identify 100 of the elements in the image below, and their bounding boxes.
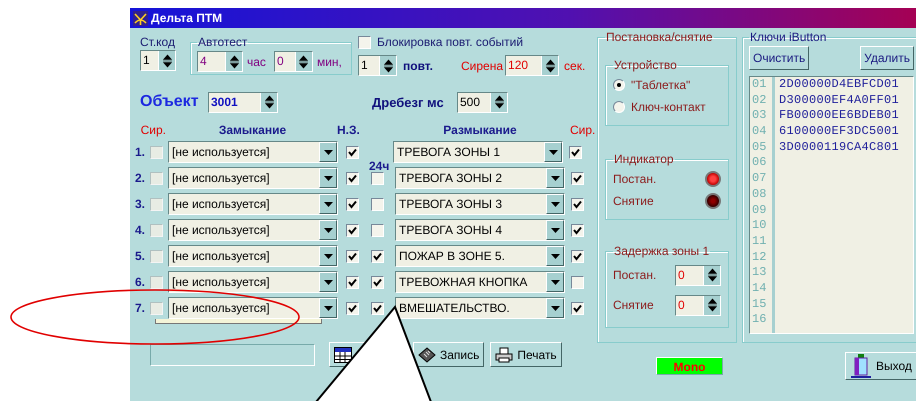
checkbox[interactable] <box>150 172 163 184</box>
checkbox[interactable] <box>371 198 384 210</box>
dropdown[interactable]: [не используется] <box>168 167 338 189</box>
checkbox[interactable] <box>569 146 582 158</box>
dropdown[interactable]: [не используется] <box>168 245 338 267</box>
dropdown[interactable]: ТРЕВОГА ЗОНЫ 4 <box>395 219 565 241</box>
checkbox[interactable] <box>346 302 359 314</box>
dropdown[interactable]: ПОЖАР В ЗОНЕ 5. <box>395 245 565 267</box>
radio-button[interactable] <box>613 79 625 91</box>
spin-field[interactable]: 1 <box>140 50 176 71</box>
caret-icon <box>324 176 332 180</box>
dropdown[interactable]: [не используется] <box>168 219 338 241</box>
checkbox[interactable] <box>371 172 384 184</box>
caret-icon <box>548 150 558 154</box>
checkbox[interactable] <box>358 36 371 48</box>
checkbox[interactable] <box>346 224 359 236</box>
key-list[interactable]: 01 02 03 04 05 06 07 08 09 10 11 12 13 14 15 16 2D00000D4EBFCD01 D300000EF4A0FF01 FB00000EE6BDEB01 6100000EF3DC5001 3D0000119CA4C801 <box>749 76 914 334</box>
printer-icon <box>495 346 514 362</box>
row-number: 5. <box>135 249 146 263</box>
key-code: 6100000EF3DC5001 <box>778 124 900 140</box>
caret-icon <box>324 228 332 232</box>
row-number: 1. <box>135 145 146 159</box>
spin-field[interactable]: 500 <box>457 92 508 112</box>
row-number: 2. <box>135 171 146 185</box>
record-button[interactable]: Запись <box>413 342 484 367</box>
dropdown[interactable]: ТРЕВОГА ЗОНЫ 2 <box>395 167 565 189</box>
checkbox-label: Блокировка повт. событий <box>377 35 524 49</box>
checkbox[interactable] <box>371 224 384 236</box>
up-down-arrows-icon <box>162 54 172 68</box>
checkbox[interactable] <box>571 250 584 262</box>
checkbox[interactable] <box>150 198 163 210</box>
clear-button[interactable]: Очистить <box>749 46 810 70</box>
field-label: Сирена <box>461 58 504 72</box>
checkbox[interactable] <box>371 302 384 314</box>
checkbox[interactable] <box>346 276 359 288</box>
line-number: 12 <box>751 250 768 266</box>
spin-field[interactable]: 0 <box>675 294 721 316</box>
caret-icon <box>550 176 560 180</box>
checkbox[interactable] <box>346 146 359 158</box>
delete-button[interactable]: Удалить <box>860 46 914 70</box>
line-number: 09 <box>751 202 768 218</box>
spin-field[interactable]: 1 <box>358 55 397 76</box>
field-label: Снятие <box>613 298 654 312</box>
line-number: 07 <box>751 171 768 187</box>
checkbox[interactable] <box>571 198 584 210</box>
checkbox[interactable] <box>150 276 163 288</box>
line-number: 06 <box>751 155 768 172</box>
exit-button[interactable]: Выход <box>845 352 916 380</box>
checkbox[interactable] <box>571 302 584 314</box>
radio-label: Ключ-контакт <box>631 100 706 114</box>
checkbox[interactable] <box>150 224 163 236</box>
group-title: Ключи iButton <box>749 30 828 44</box>
dropdown[interactable]: [не используется] <box>168 141 338 163</box>
door-icon <box>850 354 872 378</box>
dropdown[interactable]: ТРЕВОГА ЗОНЫ 3 <box>395 193 565 215</box>
mode-indicator: Mono <box>656 357 723 375</box>
dropdown[interactable]: ТРЕВОГА ЗОНЫ 1 <box>393 141 563 163</box>
up-down-arrows-icon <box>546 58 555 72</box>
spin-field[interactable]: 120 <box>505 55 560 76</box>
caret-icon <box>550 228 560 232</box>
dropdown[interactable]: ТРЕВОЖНАЯ КНОПКА <box>395 271 565 293</box>
checkbox[interactable] <box>150 302 163 314</box>
print-button[interactable]: Печать <box>490 342 562 367</box>
group-title: Индикатор <box>613 152 675 166</box>
checkbox[interactable] <box>371 250 384 262</box>
checkbox[interactable] <box>346 198 359 210</box>
up-down-arrows-icon <box>384 58 392 72</box>
spin-field[interactable]: 0 <box>675 264 721 286</box>
checkbox[interactable] <box>571 224 584 236</box>
key-code: 2D00000D4EBFCD01 <box>778 77 900 93</box>
column-header: Сир. <box>140 123 167 137</box>
radio-button[interactable] <box>613 101 625 113</box>
group-title: Устройство <box>613 58 678 72</box>
line-number: 01 <box>751 77 768 93</box>
checkbox[interactable] <box>571 172 584 184</box>
line-number: 08 <box>751 186 768 202</box>
spin-field[interactable]: 0 <box>274 51 313 72</box>
field-label: Ст.код <box>140 35 176 50</box>
line-number: 13 <box>751 265 768 281</box>
up-down-arrows-icon <box>708 298 716 312</box>
checkbox[interactable] <box>150 146 163 158</box>
dropdown[interactable]: ВМЕШАТЕЛЬСТВО. <box>395 297 565 319</box>
caret-icon <box>550 202 560 206</box>
indicator-label: Снятие <box>613 194 654 208</box>
radio-label: "Таблетка" <box>631 78 690 92</box>
checkbox[interactable] <box>346 172 359 184</box>
checkbox[interactable] <box>346 250 359 262</box>
dropdown[interactable]: [не используется] <box>168 193 338 215</box>
group-title: Задержка зоны 1 <box>613 244 710 258</box>
line-number: 15 <box>751 296 768 312</box>
line-number: 10 <box>751 218 768 234</box>
dropdown[interactable]: [не используется] <box>168 297 338 319</box>
spin-field[interactable]: 3001 <box>208 92 278 112</box>
dropdown[interactable]: [не используется] <box>168 271 338 293</box>
spin-field[interactable]: 4 <box>197 51 243 72</box>
checkbox[interactable] <box>571 276 584 288</box>
caret-icon <box>550 306 560 310</box>
checkbox[interactable] <box>150 250 163 262</box>
row-number: 7. <box>135 301 146 315</box>
checkbox[interactable] <box>371 276 384 288</box>
